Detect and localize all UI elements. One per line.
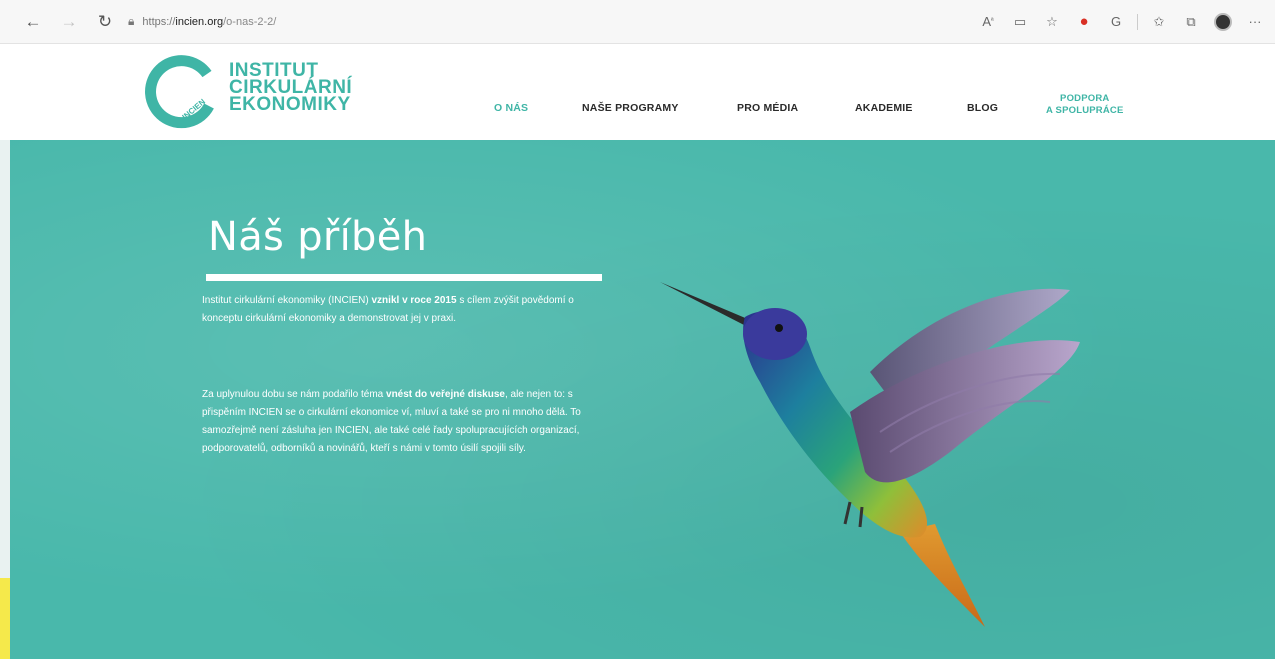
hummingbird-illustration — [660, 282, 1080, 627]
profile-avatar[interactable] — [1209, 8, 1237, 36]
page-left-edge — [0, 140, 10, 578]
lock-icon: 🔒︎ — [128, 14, 135, 28]
intro-text-bold: vznikl v roce 2015 — [371, 295, 457, 306]
reload-icon[interactable]: ↻ — [90, 7, 120, 37]
story-paragraph: Za uplynulou dobu se nám podařilo téma v… — [202, 386, 582, 458]
story-text-1: Za uplynulou dobu se nám podařilo téma — [202, 389, 387, 400]
toolbar-divider — [1137, 13, 1138, 30]
intro-text-1: Institut cirkulární ekonomiky (INCIEN) — [202, 295, 372, 306]
browser-toolbar: ← → ↻ 🔒︎ https://incien.org/o-nas-2-2/ A… — [0, 0, 1275, 44]
reader-view-icon[interactable]: ▭ — [1006, 8, 1034, 36]
yellow-edge-accent — [0, 578, 10, 659]
nav-support-line-1: PODPORA — [1060, 93, 1110, 104]
title-underline — [206, 274, 602, 281]
nav-item-o-nas[interactable]: O NÁS — [494, 102, 528, 114]
read-aloud-icon[interactable]: Aª — [974, 8, 1002, 36]
nav-item-nase-programy[interactable]: NAŠE PROGRAMY — [582, 102, 679, 114]
extension-g-icon[interactable]: G — [1102, 8, 1130, 36]
main-navigation: O NÁS NAŠE PROGRAMY PRO MÉDIA AKADEMIE B… — [0, 93, 1275, 126]
page-title: Náš příběh — [208, 214, 428, 260]
extension-red-icon[interactable]: ● — [1070, 8, 1098, 36]
nav-item-pro-media[interactable]: PRO MÉDIA — [737, 102, 798, 114]
site-header: INCIEN INSTITUT CIRKULÁRNÍ EKONOMIKY O N… — [0, 44, 1275, 140]
url-path: /o-nas-2-2/ — [223, 15, 277, 28]
url-host: incien.org — [175, 15, 224, 28]
intro-paragraph: Institut cirkulární ekonomiky (INCIEN) v… — [202, 292, 582, 328]
address-bar[interactable]: 🔒︎ https://incien.org/o-nas-2-2/ — [128, 9, 448, 35]
favorites-icon[interactable]: ✩ — [1145, 8, 1173, 36]
back-arrow-icon[interactable]: ← — [18, 7, 48, 37]
forward-arrow-icon[interactable]: → — [54, 7, 84, 37]
hero-section: Náš příběh Institut cirkulární ekonomiky… — [10, 140, 1275, 659]
story-text-bold: vnést do veřejné diskuse — [386, 389, 505, 400]
nav-item-blog[interactable]: BLOG — [967, 102, 998, 114]
url-prefix: https:// — [142, 15, 176, 28]
nav-item-podpora-a-spoluprace[interactable]: PODPORA A SPOLUPRÁCE — [1046, 93, 1124, 117]
favorites-add-icon[interactable]: ☆ — [1038, 8, 1066, 36]
more-menu-icon[interactable]: ··· — [1241, 8, 1269, 36]
nav-item-akademie[interactable]: AKADEMIE — [855, 102, 913, 114]
nav-support-line-2: A SPOLUPRÁCE — [1046, 105, 1124, 116]
collections-icon[interactable]: ⧉ — [1177, 8, 1205, 36]
